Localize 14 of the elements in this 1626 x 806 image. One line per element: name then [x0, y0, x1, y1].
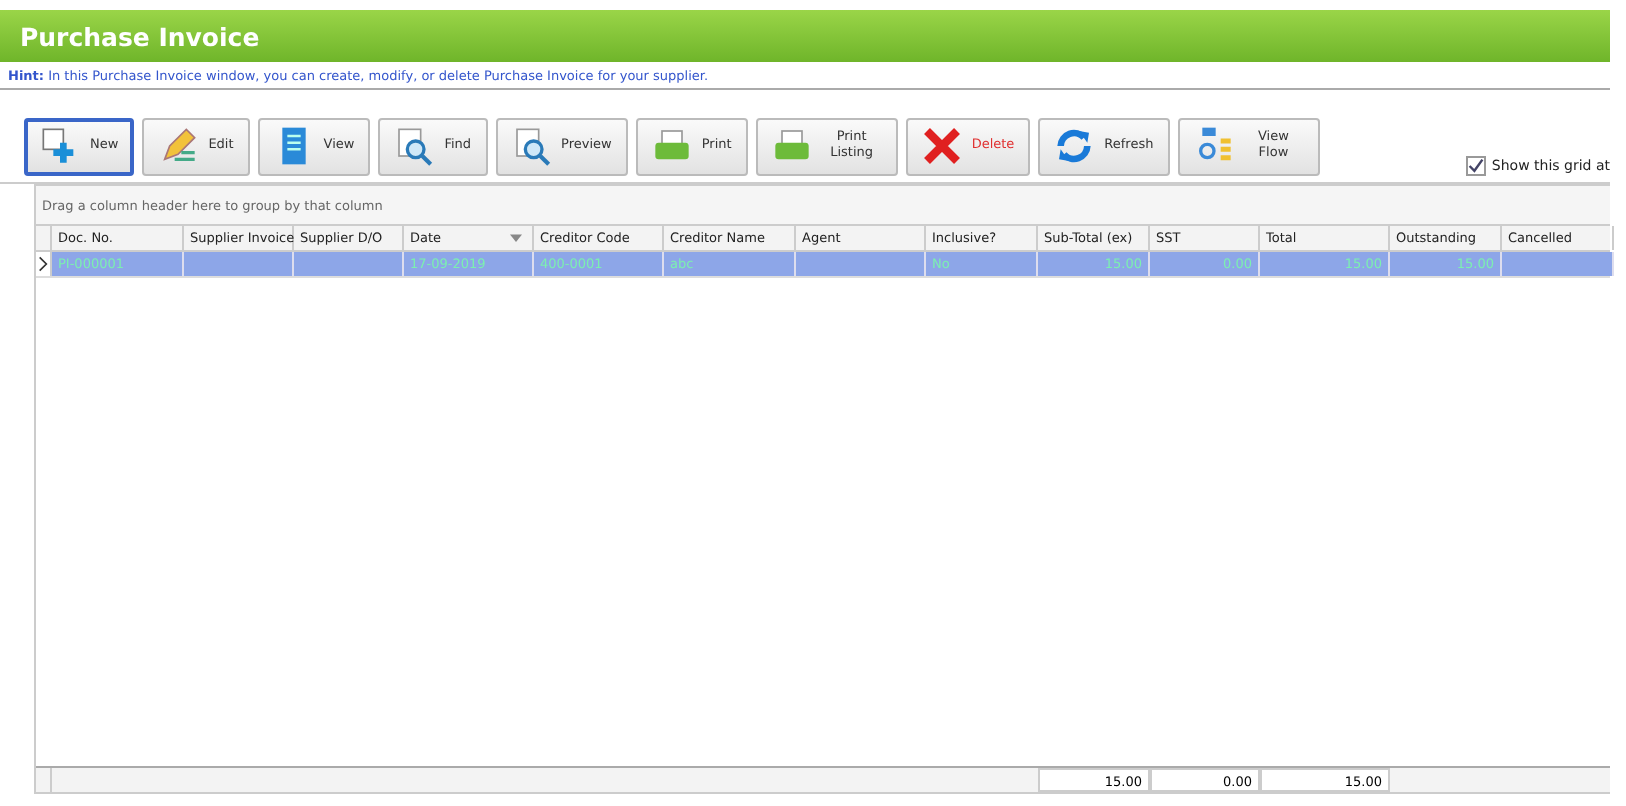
row-indicator-icon [38, 256, 48, 272]
table-cell [184, 252, 294, 276]
checkbox[interactable] [1465, 156, 1486, 176]
search-icon [394, 126, 435, 166]
table-cell [796, 252, 926, 276]
window-title: Purchase Invoice [20, 21, 260, 51]
close-icon [921, 126, 962, 166]
checkmark-icon [1467, 158, 1484, 174]
pencil-icon [158, 126, 199, 166]
table-cell [1502, 252, 1614, 276]
table-cell [294, 252, 404, 276]
search-icon [511, 126, 552, 166]
flowchart-icon [1193, 126, 1234, 166]
refresh-icon [1054, 126, 1095, 166]
